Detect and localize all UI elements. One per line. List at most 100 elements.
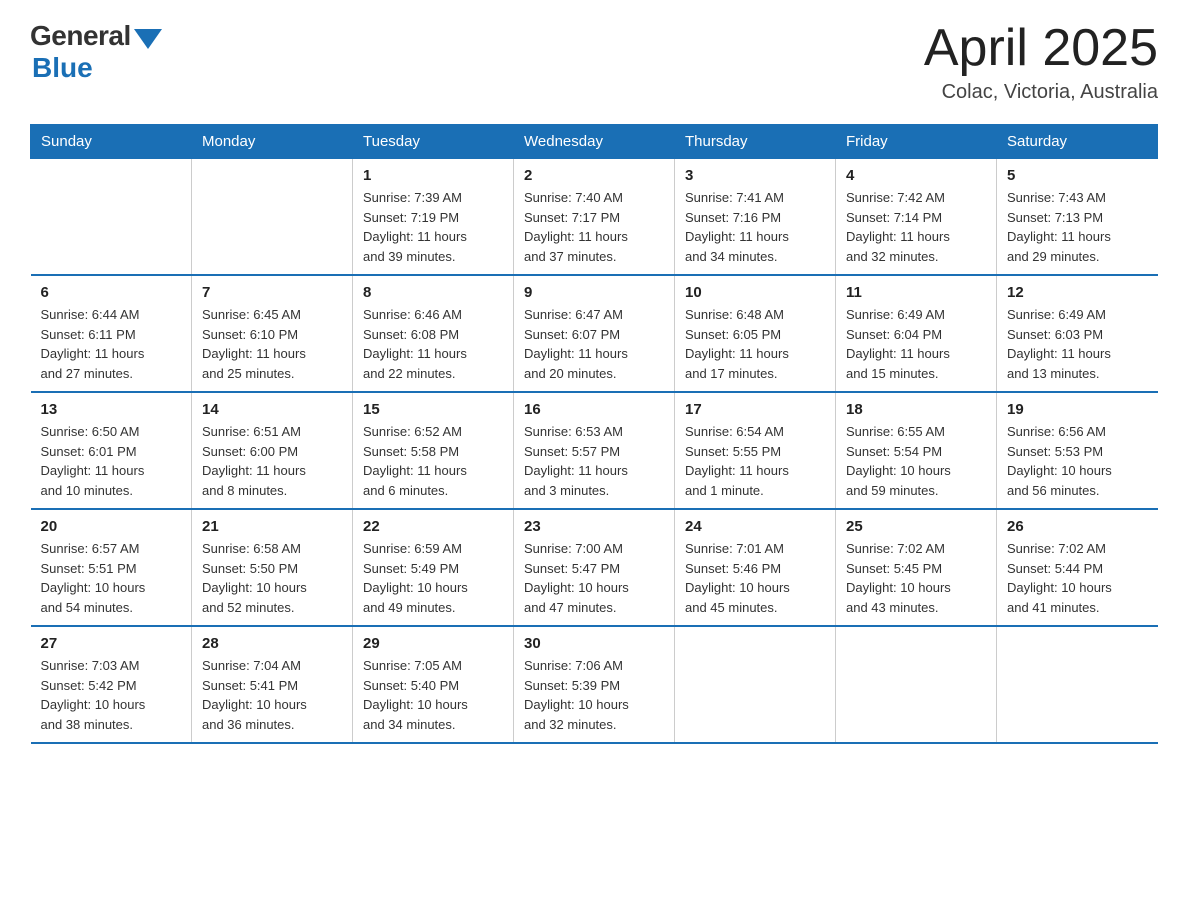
day-of-week-header: Tuesday bbox=[353, 125, 514, 159]
day-info: Sunrise: 6:57 AM Sunset: 5:51 PM Dayligh… bbox=[41, 539, 182, 617]
calendar-week-row: 20 Sunrise: 6:57 AM Sunset: 5:51 PM Dayli… bbox=[31, 509, 1158, 626]
day-number: 20 bbox=[41, 518, 182, 535]
calendar-cell: 9 Sunrise: 6:47 AM Sunset: 6:07 PM Daylig… bbox=[514, 275, 675, 392]
day-number: 24 bbox=[685, 518, 825, 535]
calendar-cell: 13 Sunrise: 6:50 AM Sunset: 6:01 PM Dayli… bbox=[31, 392, 192, 509]
calendar-cell: 1Sunrise: 7:39 AM Sunset: 7:19 PM Daylig… bbox=[353, 159, 514, 276]
day-info: Sunrise: 7:41 AM Sunset: 7:16 PM Dayligh… bbox=[685, 188, 825, 266]
calendar-cell bbox=[31, 159, 192, 276]
calendar-week-row: 13 Sunrise: 6:50 AM Sunset: 6:01 PM Dayli… bbox=[31, 392, 1158, 509]
day-info: Sunrise: 6:51 AM Sunset: 6:00 PM Dayligh… bbox=[202, 422, 342, 500]
day-info: Sunrise: 7:02 AM Sunset: 5:44 PM Dayligh… bbox=[1007, 539, 1148, 617]
day-info: Sunrise: 7:05 AM Sunset: 5:40 PM Dayligh… bbox=[363, 656, 503, 734]
day-info: Sunrise: 6:52 AM Sunset: 5:58 PM Dayligh… bbox=[363, 422, 503, 500]
day-number: 19 bbox=[1007, 401, 1148, 418]
day-info: Sunrise: 7:02 AM Sunset: 5:45 PM Dayligh… bbox=[846, 539, 986, 617]
day-number: 22 bbox=[363, 518, 503, 535]
day-number: 15 bbox=[363, 401, 503, 418]
day-info: Sunrise: 6:53 AM Sunset: 5:57 PM Dayligh… bbox=[524, 422, 664, 500]
day-number: 25 bbox=[846, 518, 986, 535]
calendar-cell: 4 Sunrise: 7:42 AM Sunset: 7:14 PM Daylig… bbox=[836, 159, 997, 276]
logo: General Blue bbox=[30, 20, 162, 84]
calendar-week-row: 27 Sunrise: 7:03 AM Sunset: 5:42 PM Dayli… bbox=[31, 626, 1158, 743]
day-info: Sunrise: 7:40 AM Sunset: 7:17 PM Dayligh… bbox=[524, 188, 664, 266]
calendar-cell: 20 Sunrise: 6:57 AM Sunset: 5:51 PM Dayli… bbox=[31, 509, 192, 626]
calendar-cell: 12 Sunrise: 6:49 AM Sunset: 6:03 PM Dayli… bbox=[997, 275, 1158, 392]
calendar-table: SundayMondayTuesdayWednesdayThursdayFrid… bbox=[30, 124, 1158, 744]
day-info: Sunrise: 6:46 AM Sunset: 6:08 PM Dayligh… bbox=[363, 305, 503, 383]
calendar-cell: 11 Sunrise: 6:49 AM Sunset: 6:04 PM Dayli… bbox=[836, 275, 997, 392]
calendar-cell: 14 Sunrise: 6:51 AM Sunset: 6:00 PM Dayli… bbox=[192, 392, 353, 509]
day-number: 12 bbox=[1007, 284, 1148, 301]
day-number: 10 bbox=[685, 284, 825, 301]
day-info: Sunrise: 7:43 AM Sunset: 7:13 PM Dayligh… bbox=[1007, 188, 1148, 266]
day-number: 28 bbox=[202, 635, 342, 652]
day-number: 8 bbox=[363, 284, 503, 301]
day-info: Sunrise: 6:49 AM Sunset: 6:03 PM Dayligh… bbox=[1007, 305, 1148, 383]
day-of-week-header: Sunday bbox=[31, 125, 192, 159]
calendar-cell: 17Sunrise: 6:54 AM Sunset: 5:55 PM Dayli… bbox=[675, 392, 836, 509]
calendar-cell: 10 Sunrise: 6:48 AM Sunset: 6:05 PM Dayli… bbox=[675, 275, 836, 392]
day-info: Sunrise: 7:00 AM Sunset: 5:47 PM Dayligh… bbox=[524, 539, 664, 617]
day-number: 9 bbox=[524, 284, 664, 301]
location-title: Colac, Victoria, Australia bbox=[924, 81, 1158, 104]
calendar-cell bbox=[997, 626, 1158, 743]
day-number: 14 bbox=[202, 401, 342, 418]
day-info: Sunrise: 6:50 AM Sunset: 6:01 PM Dayligh… bbox=[41, 422, 182, 500]
day-info: Sunrise: 7:01 AM Sunset: 5:46 PM Dayligh… bbox=[685, 539, 825, 617]
day-number: 26 bbox=[1007, 518, 1148, 535]
calendar-cell: 6 Sunrise: 6:44 AM Sunset: 6:11 PM Daylig… bbox=[31, 275, 192, 392]
day-number: 3 bbox=[685, 167, 825, 184]
day-number: 23 bbox=[524, 518, 664, 535]
calendar-cell: 24 Sunrise: 7:01 AM Sunset: 5:46 PM Dayli… bbox=[675, 509, 836, 626]
calendar-header-row: SundayMondayTuesdayWednesdayThursdayFrid… bbox=[31, 125, 1158, 159]
day-info: Sunrise: 6:48 AM Sunset: 6:05 PM Dayligh… bbox=[685, 305, 825, 383]
day-info: Sunrise: 6:56 AM Sunset: 5:53 PM Dayligh… bbox=[1007, 422, 1148, 500]
calendar-cell: 15 Sunrise: 6:52 AM Sunset: 5:58 PM Dayli… bbox=[353, 392, 514, 509]
calendar-cell: 27 Sunrise: 7:03 AM Sunset: 5:42 PM Dayli… bbox=[31, 626, 192, 743]
calendar-cell: 30 Sunrise: 7:06 AM Sunset: 5:39 PM Dayli… bbox=[514, 626, 675, 743]
calendar-cell: 3 Sunrise: 7:41 AM Sunset: 7:16 PM Daylig… bbox=[675, 159, 836, 276]
day-number: 13 bbox=[41, 401, 182, 418]
day-number: 30 bbox=[524, 635, 664, 652]
calendar-cell: 22 Sunrise: 6:59 AM Sunset: 5:49 PM Dayli… bbox=[353, 509, 514, 626]
calendar-cell: 5 Sunrise: 7:43 AM Sunset: 7:13 PM Daylig… bbox=[997, 159, 1158, 276]
day-info: Sunrise: 7:06 AM Sunset: 5:39 PM Dayligh… bbox=[524, 656, 664, 734]
day-info: Sunrise: 6:58 AM Sunset: 5:50 PM Dayligh… bbox=[202, 539, 342, 617]
day-info: Sunrise: 6:49 AM Sunset: 6:04 PM Dayligh… bbox=[846, 305, 986, 383]
day-number: 27 bbox=[41, 635, 182, 652]
calendar-week-row: 1Sunrise: 7:39 AM Sunset: 7:19 PM Daylig… bbox=[31, 159, 1158, 276]
calendar-cell: 23 Sunrise: 7:00 AM Sunset: 5:47 PM Dayli… bbox=[514, 509, 675, 626]
day-number: 4 bbox=[846, 167, 986, 184]
day-info: Sunrise: 6:44 AM Sunset: 6:11 PM Dayligh… bbox=[41, 305, 182, 383]
calendar-cell: 29Sunrise: 7:05 AM Sunset: 5:40 PM Dayli… bbox=[353, 626, 514, 743]
day-info: Sunrise: 6:54 AM Sunset: 5:55 PM Dayligh… bbox=[685, 422, 825, 500]
calendar-cell: 18Sunrise: 6:55 AM Sunset: 5:54 PM Dayli… bbox=[836, 392, 997, 509]
logo-arrow-icon bbox=[134, 29, 162, 49]
day-info: Sunrise: 6:59 AM Sunset: 5:49 PM Dayligh… bbox=[363, 539, 503, 617]
day-info: Sunrise: 6:47 AM Sunset: 6:07 PM Dayligh… bbox=[524, 305, 664, 383]
day-number: 5 bbox=[1007, 167, 1148, 184]
calendar-cell: 7 Sunrise: 6:45 AM Sunset: 6:10 PM Daylig… bbox=[192, 275, 353, 392]
title-block: April 2025 Colac, Victoria, Australia bbox=[924, 20, 1158, 104]
calendar-cell: 16Sunrise: 6:53 AM Sunset: 5:57 PM Dayli… bbox=[514, 392, 675, 509]
calendar-cell: 28Sunrise: 7:04 AM Sunset: 5:41 PM Dayli… bbox=[192, 626, 353, 743]
logo-blue-text: Blue bbox=[32, 52, 93, 84]
day-of-week-header: Wednesday bbox=[514, 125, 675, 159]
day-info: Sunrise: 7:39 AM Sunset: 7:19 PM Dayligh… bbox=[363, 188, 503, 266]
day-number: 11 bbox=[846, 284, 986, 301]
month-title: April 2025 bbox=[924, 20, 1158, 77]
calendar-cell: 2 Sunrise: 7:40 AM Sunset: 7:17 PM Daylig… bbox=[514, 159, 675, 276]
calendar-week-row: 6 Sunrise: 6:44 AM Sunset: 6:11 PM Daylig… bbox=[31, 275, 1158, 392]
day-number: 18 bbox=[846, 401, 986, 418]
day-number: 2 bbox=[524, 167, 664, 184]
calendar-cell bbox=[675, 626, 836, 743]
day-number: 7 bbox=[202, 284, 342, 301]
day-info: Sunrise: 7:42 AM Sunset: 7:14 PM Dayligh… bbox=[846, 188, 986, 266]
calendar-cell bbox=[836, 626, 997, 743]
calendar-cell: 19 Sunrise: 6:56 AM Sunset: 5:53 PM Dayli… bbox=[997, 392, 1158, 509]
day-info: Sunrise: 7:03 AM Sunset: 5:42 PM Dayligh… bbox=[41, 656, 182, 734]
day-info: Sunrise: 6:45 AM Sunset: 6:10 PM Dayligh… bbox=[202, 305, 342, 383]
day-number: 6 bbox=[41, 284, 182, 301]
calendar-cell: 8 Sunrise: 6:46 AM Sunset: 6:08 PM Daylig… bbox=[353, 275, 514, 392]
